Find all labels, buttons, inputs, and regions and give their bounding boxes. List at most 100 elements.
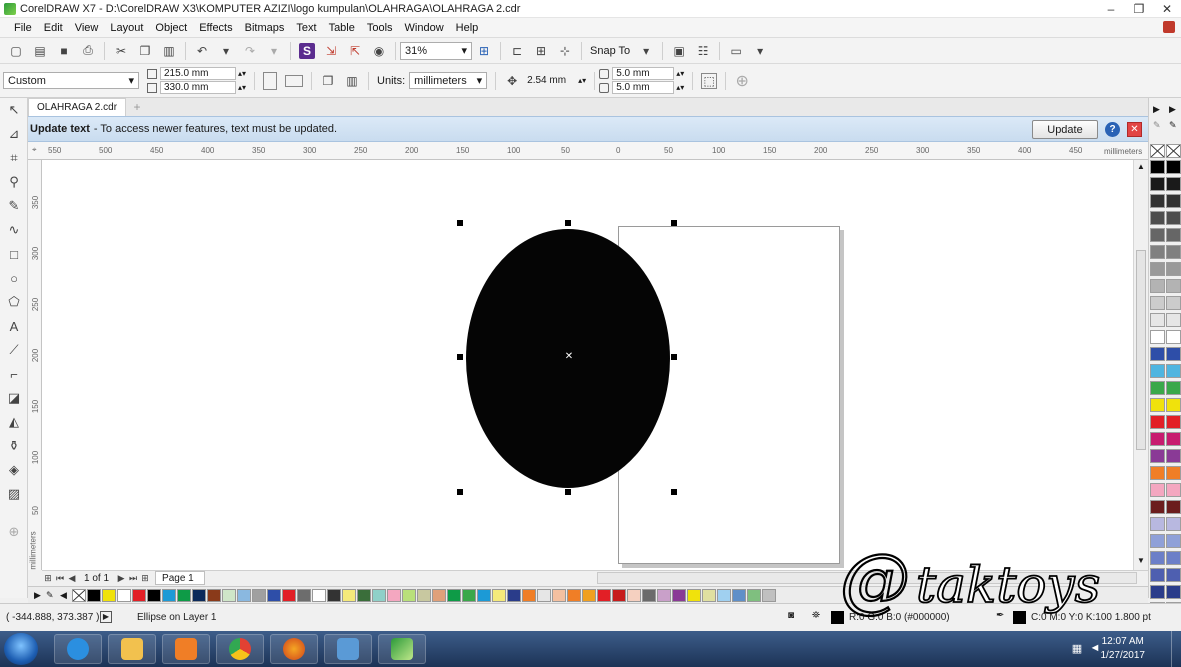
artistic-media-tool-icon[interactable]: ∿ xyxy=(0,218,28,242)
save-icon[interactable]: ■ xyxy=(56,43,72,59)
treat-as-filled-icon[interactable]: ⬚ xyxy=(701,72,718,89)
palette-swatch[interactable] xyxy=(522,589,536,602)
palette-swatch[interactable] xyxy=(1166,194,1181,208)
palette-swatch[interactable] xyxy=(312,589,326,602)
palette-swatch[interactable] xyxy=(1150,500,1165,514)
landscape-orientation-icon[interactable] xyxy=(285,74,304,87)
rectangle-tool-icon[interactable]: □ xyxy=(0,242,28,266)
menu-view[interactable]: View xyxy=(69,18,105,38)
all-pages-icon[interactable]: ❐ xyxy=(320,73,336,89)
add-property-icon[interactable]: ⊕ xyxy=(734,73,750,90)
docker-expand-icon[interactable]: ▶ xyxy=(1169,104,1176,115)
palette-swatch[interactable] xyxy=(1150,364,1165,378)
palette-eyedropper-icon[interactable]: ✎ xyxy=(1169,120,1177,131)
palette-swatch[interactable] xyxy=(1150,177,1165,191)
palette-swatch[interactable] xyxy=(1150,245,1165,259)
selection-handle-bottom-left[interactable] xyxy=(457,489,463,495)
palette-swatch[interactable] xyxy=(762,589,776,602)
palette-swatch[interactable] xyxy=(702,589,716,602)
dup-y-spinner-icon[interactable]: ▴▾ xyxy=(676,83,684,92)
palette-swatch[interactable] xyxy=(1150,347,1165,361)
menu-table[interactable]: Table xyxy=(323,18,361,38)
start-button[interactable] xyxy=(4,633,38,665)
palette-swatch[interactable] xyxy=(162,589,176,602)
menu-layout[interactable]: Layout xyxy=(104,18,149,38)
palette-swatch[interactable] xyxy=(1150,330,1165,344)
connector-tool-icon[interactable]: ⌐ xyxy=(0,362,28,386)
palette-scroll-left-icon[interactable]: ◀ xyxy=(60,590,67,601)
palette-swatch[interactable] xyxy=(1150,211,1165,225)
import-icon[interactable]: ⇲ xyxy=(323,43,339,59)
palette-swatch[interactable] xyxy=(1150,415,1165,429)
palette-swatch[interactable] xyxy=(147,589,161,602)
menu-tools[interactable]: Tools xyxy=(361,18,399,38)
network-icon[interactable]: ▦ xyxy=(1070,642,1084,656)
color-eyedropper-tool-icon[interactable]: ⚱ xyxy=(0,434,28,458)
palette-swatch[interactable] xyxy=(1150,262,1165,276)
palette-swatch[interactable] xyxy=(207,589,221,602)
redo-icon[interactable]: ↷ xyxy=(242,43,258,59)
palette-swatch[interactable] xyxy=(732,589,746,602)
page-width-field[interactable]: 215.0 mm xyxy=(160,67,236,80)
taskbar-coreldraw[interactable] xyxy=(378,634,426,664)
page-height-field[interactable]: 330.0 mm xyxy=(160,81,236,94)
rotation-center-icon[interactable]: ✕ xyxy=(564,352,574,362)
polygon-tool-icon[interactable]: ⬠ xyxy=(0,290,28,314)
palette-swatch[interactable] xyxy=(252,589,266,602)
add-page-after-icon[interactable]: ⊞ xyxy=(139,572,151,584)
options-icon[interactable]: ☷ xyxy=(695,43,711,59)
selection-handle-top-right[interactable] xyxy=(671,220,677,226)
add-tool-icon[interactable]: ⊕ xyxy=(0,520,28,544)
snap-to-dropdown[interactable]: Snap To xyxy=(586,45,634,57)
units-dropdown[interactable]: millimeters ▾ xyxy=(409,72,488,89)
palette-swatch[interactable] xyxy=(627,589,641,602)
palette-swatch[interactable] xyxy=(1166,381,1181,395)
drop-shadow-tool-icon[interactable]: ◪ xyxy=(0,386,28,410)
eyedropper-icon[interactable]: ✎ xyxy=(1153,120,1161,131)
menu-object[interactable]: Object xyxy=(149,18,193,38)
palette-swatch[interactable] xyxy=(1166,313,1181,327)
palette-swatch[interactable] xyxy=(1166,211,1181,225)
palette-swatch[interactable] xyxy=(402,589,416,602)
palette-swatch[interactable] xyxy=(1166,160,1181,174)
palette-eyedropper-bottom-icon[interactable]: ✎ xyxy=(46,590,54,601)
palette-swatch[interactable] xyxy=(1166,364,1181,378)
palette-swatch[interactable] xyxy=(102,589,116,602)
palette-swatch[interactable] xyxy=(1166,415,1181,429)
palette-swatch[interactable] xyxy=(1150,466,1165,480)
no-color-swatch[interactable] xyxy=(1150,144,1165,158)
menu-effects[interactable]: Effects xyxy=(193,18,238,38)
palette-swatch[interactable] xyxy=(1166,466,1181,480)
palette-swatch[interactable] xyxy=(747,589,761,602)
palette-swatch[interactable] xyxy=(1150,296,1165,310)
palette-swatch[interactable] xyxy=(1150,160,1165,174)
palette-flyout-icon[interactable]: ▶ xyxy=(34,590,41,601)
vertical-scroll-thumb[interactable] xyxy=(1136,250,1146,450)
palette-swatch[interactable] xyxy=(657,589,671,602)
menu-edit[interactable]: Edit xyxy=(38,18,69,38)
palette-swatch[interactable] xyxy=(507,589,521,602)
palette-swatch[interactable] xyxy=(1166,347,1181,361)
smart-fill-tool-icon[interactable]: ▨ xyxy=(0,482,28,506)
zoom-level-dropdown[interactable]: 31% ▾ xyxy=(400,41,472,60)
selection-handle-bottom[interactable] xyxy=(565,489,571,495)
update-button[interactable]: Update xyxy=(1032,120,1098,139)
freehand-tool-icon[interactable]: ✎ xyxy=(0,194,28,218)
palette-swatch[interactable] xyxy=(267,589,281,602)
portrait-orientation-icon[interactable] xyxy=(263,71,278,90)
palette-swatch[interactable] xyxy=(567,589,581,602)
palette-swatch[interactable] xyxy=(1166,517,1181,531)
no-fill-swatch[interactable] xyxy=(72,589,86,602)
transparency-tool-icon[interactable]: ◭ xyxy=(0,410,28,434)
palette-swatch[interactable] xyxy=(612,589,626,602)
undo-dropdown-icon[interactable]: ▾ xyxy=(218,43,234,59)
palette-swatch[interactable] xyxy=(687,589,701,602)
page-tab-1[interactable]: Page 1 xyxy=(155,571,205,585)
palette-swatch[interactable] xyxy=(387,589,401,602)
palette-swatch[interactable] xyxy=(1166,398,1181,412)
palette-swatch[interactable] xyxy=(672,589,686,602)
taskbar-photo[interactable] xyxy=(324,634,372,664)
palette-swatch[interactable] xyxy=(477,589,491,602)
menu-text[interactable]: Text xyxy=(290,18,322,38)
publish-pdf-icon[interactable]: ◉ xyxy=(371,43,387,59)
